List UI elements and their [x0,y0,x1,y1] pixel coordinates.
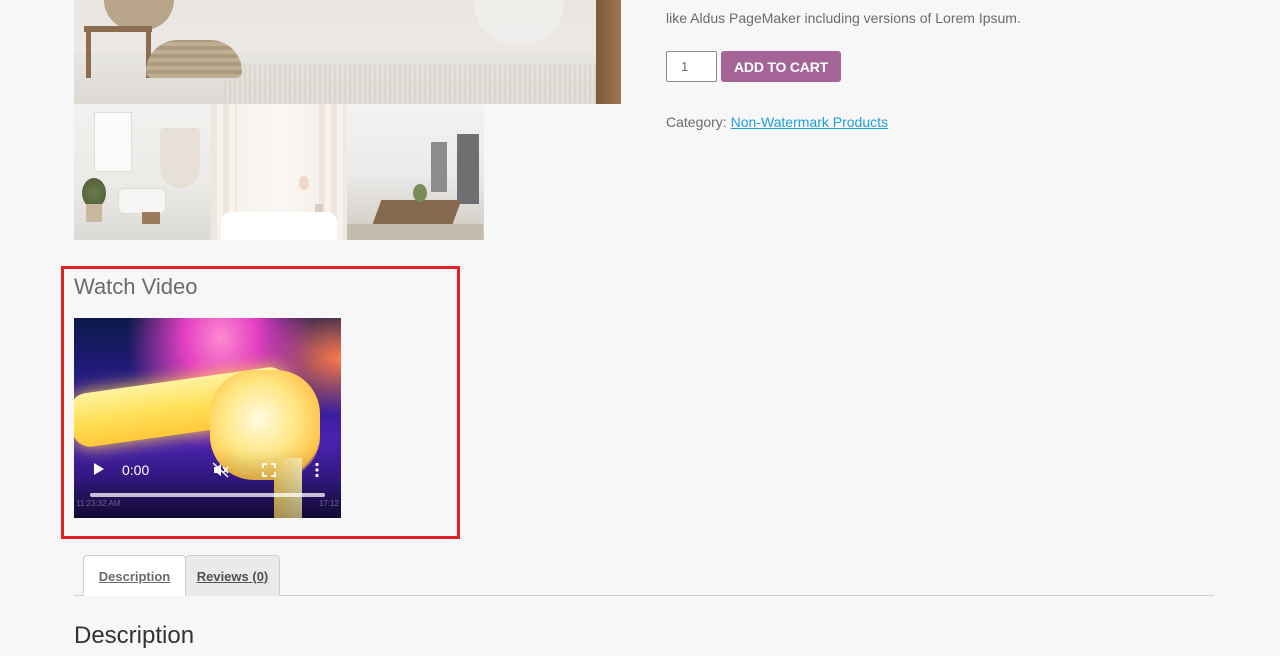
video-player[interactable]: 0:00 11:23:32 AM 17:12 [74,318,341,518]
description-heading: Description [74,622,195,649]
thumbnail-1[interactable] [74,104,211,240]
fullscreen-icon[interactable] [261,462,277,478]
image-pouf [146,40,242,78]
category-link[interactable]: Non-Watermark Products [731,114,888,130]
thumb-hammock [160,128,200,188]
video-current-time: 0:00 [122,462,150,478]
thumb-pot [86,204,102,222]
image-rug [224,64,621,104]
thumb-lamp [298,176,309,190]
more-options-icon[interactable] [314,462,320,478]
image-wood-post [596,0,621,104]
thumb-rug [347,224,484,240]
tab-reviews-label: Reviews (0) [196,568,269,584]
image-shelf-leg [86,30,91,78]
thumb-door [457,134,480,204]
video-overlay-timestamp: 11:23:32 AM [76,499,121,508]
thumbnail-3[interactable] [347,104,485,240]
tab-reviews[interactable]: Reviews (0) [185,555,280,596]
product-page: like Aldus PageMaker including versions … [0,0,1280,656]
video-section-title: Watch Video [74,274,198,299]
image-chair [474,0,564,44]
add-to-cart-button[interactable]: ADD TO CART [721,51,841,82]
thumb-bed [220,212,337,240]
product-main-image[interactable] [74,0,621,104]
video-overlay-reading: 17:12 [318,499,339,508]
product-thumbnails [74,104,485,240]
tab-description-label: Description [98,568,171,584]
category-label: Category: [666,114,727,130]
thumb-window [94,112,132,172]
play-icon[interactable] [94,463,104,475]
product-short-description: like Aldus PageMaker including versions … [666,10,1021,26]
quantity-input[interactable] [666,51,717,82]
video-progress-bar[interactable] [90,493,325,497]
muted-speaker-icon[interactable] [212,462,230,478]
thumb-table [373,200,462,224]
tab-description[interactable]: Description [83,555,186,596]
image-shelf [84,26,152,32]
thumb-door [431,142,448,192]
product-category: Category: Non-Watermark Products [666,114,888,130]
thumb-sofa [118,188,166,214]
thumb-stool [142,212,160,224]
thumbnail-2[interactable] [210,104,348,240]
